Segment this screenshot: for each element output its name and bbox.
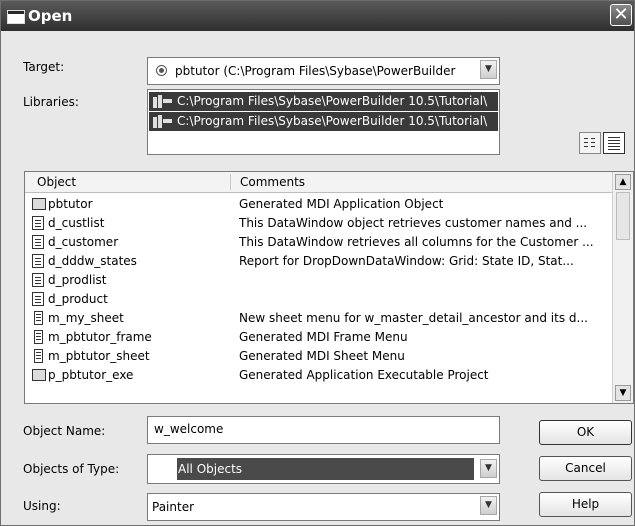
object-name: d_custlist (48, 216, 105, 230)
list-header: Object Comments (25, 172, 613, 193)
using-dropdown-button[interactable]: ▼ (480, 496, 497, 515)
chevron-up-icon: ▲ (619, 177, 627, 187)
object-name: m_pbtutor_sheet (48, 349, 150, 363)
title-bar[interactable]: Open ✕ (1, 1, 634, 31)
chevron-down-icon: ▼ (619, 388, 627, 398)
objects-of-type-selection: All Objects (177, 458, 474, 480)
scroll-down-button[interactable]: ▼ (615, 385, 631, 401)
list-item[interactable]: m_pbtutor_sheet Generated MDI Sheet Menu (25, 347, 613, 366)
object-comment: Generated Application Executable Project (239, 368, 489, 382)
ok-button[interactable]: OK (539, 420, 632, 445)
library-item[interactable]: C:\Program Files\Sybase\PowerBuilder 10.… (149, 92, 498, 111)
column-divider[interactable] (230, 174, 231, 190)
scroll-up-button[interactable]: ▲ (615, 174, 631, 190)
target-value: pbtutor (C:\Program Files\Sybase\PowerBu… (175, 64, 456, 78)
library-icon (153, 95, 173, 108)
open-dialog: Open ✕ Target: pbtutor (C:\Program Files… (0, 0, 635, 526)
library-icon (153, 115, 173, 128)
objects-of-type-value: All Objects (178, 462, 243, 476)
object-comment: New sheet menu for w_master_detail_ances… (239, 311, 588, 325)
object-name: d_customer (48, 235, 119, 249)
project-icon (32, 369, 46, 381)
close-button[interactable]: ✕ (610, 4, 632, 26)
window-icon (7, 10, 25, 24)
object-name: m_pbtutor_frame (48, 330, 152, 344)
list-item[interactable]: pbtutor Generated MDI Application Object (25, 195, 613, 214)
target-dropdown-button[interactable]: ▼ (480, 60, 497, 79)
list-item[interactable]: d_dddw_states Report for DropDownDataWind… (25, 252, 613, 271)
chevron-down-icon: ▼ (485, 500, 492, 510)
close-icon: ✕ (613, 4, 629, 25)
column-header-object[interactable]: Object (37, 175, 76, 189)
list-item[interactable]: d_customer This DataWindow retrieves all … (25, 233, 613, 252)
list-item[interactable]: m_my_sheet New sheet menu for w_master_de… (25, 309, 613, 328)
object-name: d_product (48, 292, 108, 306)
datawindow-icon (32, 273, 44, 287)
library-path: C:\Program Files\Sybase\PowerBuilder 10.… (177, 114, 488, 128)
target-label: Target: (23, 60, 65, 74)
object-comment: Generated MDI Application Object (239, 197, 444, 211)
object-name-input[interactable]: w_welcome (147, 416, 500, 444)
datawindow-icon (32, 254, 44, 268)
list-item[interactable]: m_pbtutor_frame Generated MDI Frame Menu (25, 328, 613, 347)
object-comment: This DataWindow object retrieves custome… (239, 216, 588, 230)
menu-icon (34, 349, 43, 363)
object-name: d_prodlist (48, 273, 107, 287)
list-item[interactable]: p_pbtutor_exe Generated Application Execu… (25, 366, 613, 385)
chevron-down-icon: ▼ (485, 463, 492, 473)
object-comment: This DataWindow retrieves all columns fo… (239, 235, 594, 249)
help-button[interactable]: Help (539, 492, 632, 517)
vertical-scrollbar[interactable]: ▲ ▼ (612, 172, 633, 403)
chevron-down-icon: ▼ (485, 64, 492, 74)
menu-icon (34, 330, 43, 344)
objects-of-type-label: Objects of Type: (23, 462, 120, 476)
list-item[interactable]: d_product (25, 290, 613, 309)
object-name-value: w_welcome (154, 422, 224, 436)
list-item[interactable]: d_prodlist (25, 271, 613, 290)
object-name: p_pbtutor_exe (48, 368, 134, 382)
menu-icon (34, 311, 43, 325)
scroll-thumb[interactable] (616, 192, 630, 240)
datawindow-icon (32, 292, 44, 306)
details-view-button[interactable] (603, 132, 625, 154)
object-name: pbtutor (48, 197, 93, 211)
column-header-comments[interactable]: Comments (240, 175, 305, 189)
object-comment: Generated MDI Frame Menu (239, 330, 408, 344)
object-comment: Generated MDI Sheet Menu (239, 349, 405, 363)
library-item[interactable]: C:\Program Files\Sybase\PowerBuilder 10.… (149, 112, 498, 131)
target-combo[interactable]: pbtutor (C:\Program Files\Sybase\PowerBu… (147, 57, 500, 85)
list-item[interactable]: d_custlist This DataWindow object retriev… (25, 214, 613, 233)
libraries-label: Libraries: (23, 95, 79, 109)
using-combo[interactable]: Painter ▼ (147, 493, 500, 521)
window-title: Open (28, 7, 73, 25)
list-view-button[interactable] (579, 132, 601, 154)
object-name: d_dddw_states (48, 254, 137, 268)
using-label: Using: (23, 499, 61, 513)
using-value: Painter (152, 500, 195, 514)
target-radio-icon (156, 65, 167, 76)
objects-of-type-dropdown-button[interactable]: ▼ (480, 459, 497, 478)
objects-of-type-combo[interactable]: All Objects ▼ (147, 454, 500, 484)
application-icon (32, 198, 46, 210)
datawindow-icon (32, 235, 44, 249)
objects-list[interactable]: Object Comments pbtutor Generated MDI App… (24, 171, 634, 404)
libraries-list[interactable]: C:\Program Files\Sybase\PowerBuilder 10.… (147, 89, 500, 155)
cancel-button[interactable]: Cancel (539, 456, 632, 481)
object-comment: Report for DropDownDataWindow: Grid: Sta… (239, 254, 574, 268)
object-name: m_my_sheet (48, 311, 124, 325)
datawindow-icon (32, 216, 44, 230)
object-name-label: Object Name: (23, 424, 106, 438)
library-path: C:\Program Files\Sybase\PowerBuilder 10.… (177, 94, 488, 108)
